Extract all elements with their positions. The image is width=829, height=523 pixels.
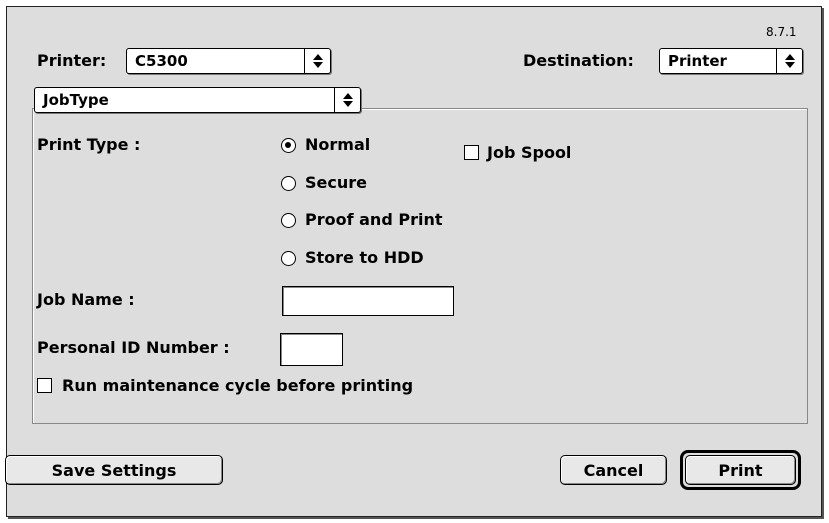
radio-button[interactable] xyxy=(281,251,296,266)
maintenance-checkbox[interactable]: Run maintenance cycle before printing xyxy=(37,375,477,397)
version-label: 8.7.1 xyxy=(766,25,797,39)
print-button[interactable]: Print xyxy=(685,455,796,485)
personal-id-label: Personal ID Number : xyxy=(37,338,230,357)
panel-selector-popup[interactable]: JobType xyxy=(34,87,361,113)
printer-label: Printer: xyxy=(37,51,107,70)
personal-id-input[interactable] xyxy=(280,333,343,366)
radio-store-to-hdd[interactable]: Store to HDD xyxy=(281,248,471,270)
print-dialog: 8.7.1 Printer: C5300 Destination: Printe… xyxy=(5,6,822,517)
radio-normal-label: Normal xyxy=(305,135,371,154)
destination-value: Printer xyxy=(668,52,727,70)
destination-label: Destination: xyxy=(523,51,634,70)
popup-arrows-icon xyxy=(334,88,360,112)
printer-value: C5300 xyxy=(135,52,188,70)
radio-proof-and-print[interactable]: Proof and Print xyxy=(281,210,471,232)
radio-proof-label: Proof and Print xyxy=(305,210,443,229)
cancel-button[interactable]: Cancel xyxy=(560,455,667,485)
panel-selector-value: JobType xyxy=(43,91,109,109)
radio-button[interactable] xyxy=(281,213,296,228)
job-name-label: Job Name : xyxy=(37,290,135,309)
radio-button[interactable] xyxy=(281,176,296,191)
checkbox-box[interactable] xyxy=(464,145,479,160)
job-name-input[interactable] xyxy=(282,286,454,316)
radio-secure-label: Secure xyxy=(305,173,367,192)
destination-popup[interactable]: Printer xyxy=(659,48,803,74)
radio-store-label: Store to HDD xyxy=(305,248,424,267)
radio-normal[interactable]: Normal xyxy=(281,135,461,157)
popup-arrows-icon xyxy=(776,49,802,73)
maintenance-label: Run maintenance cycle before printing xyxy=(62,376,414,395)
save-settings-button[interactable]: Save Settings xyxy=(5,455,223,485)
radio-button-checked[interactable] xyxy=(281,138,296,153)
printer-popup[interactable]: C5300 xyxy=(126,48,331,74)
job-spool-checkbox[interactable]: Job Spool xyxy=(464,143,604,163)
print-type-label: Print Type : xyxy=(37,135,141,154)
popup-arrows-icon xyxy=(304,49,330,73)
checkbox-box[interactable] xyxy=(37,378,52,393)
radio-secure[interactable]: Secure xyxy=(281,173,461,195)
job-spool-label: Job Spool xyxy=(487,143,572,162)
